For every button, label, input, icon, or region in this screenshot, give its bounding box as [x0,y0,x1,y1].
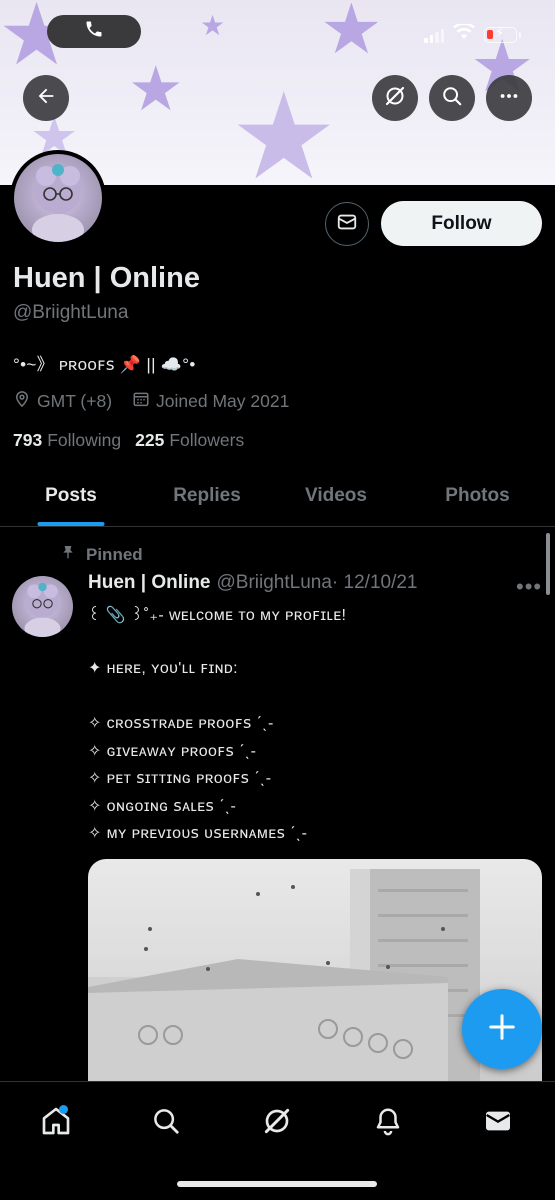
more-button[interactable] [486,75,532,121]
home-indicator[interactable] [177,1181,377,1187]
message-button[interactable] [325,202,369,246]
cellular-signal-icon [424,27,444,43]
wifi-icon [453,22,475,45]
pinned-label: Pinned [86,544,143,564]
tweet-date[interactable]: · 12/10/21 [332,572,418,594]
tweet-avatar[interactable] [12,576,73,637]
profile-bio: °•~》 ᴘʀᴏᴏꜰꜱ 📌 || ☁️°• [13,355,196,374]
nav-notifications[interactable] [363,1098,413,1148]
following-link[interactable]: 793 Following [13,430,121,451]
joined-text: Joined May 2021 [156,391,290,411]
profile-avatar[interactable] [10,150,106,246]
tweet-header: Huen | Online @BriightLuna · 12/10/21 [88,572,418,594]
plus-icon [487,1012,517,1047]
active-tab-indicator [37,522,105,526]
star-decoration: ★ [320,0,383,70]
tab-label: Videos [305,485,367,506]
star-decoration: ★ [200,9,226,42]
location-item: GMT (+8) [13,390,112,413]
mail-icon [482,1105,514,1142]
nav-grok[interactable] [252,1098,302,1148]
mail-icon [336,211,358,238]
pinned-indicator: Pinned [60,544,143,565]
compose-tweet-button[interactable] [462,989,542,1069]
followers-link[interactable]: 225 Followers [135,430,244,451]
location-text: GMT (+8) [37,391,113,411]
bell-icon [373,1106,403,1141]
tweet-text-line: ✧ ᴄʀᴏꜱꜱᴛʀᴀᴅᴇ ᴘʀᴏᴏꜰꜱ ˊˎ- [88,715,274,732]
tweet-text-line: ✧ ᴘᴇᴛ ꜱɪᴛᴛɪɴɢ ᴘʀᴏᴏꜰꜱ ˊˎ- [88,770,272,787]
avatar-image [14,154,102,242]
following-label: Following [47,430,122,450]
tweet-text-line: ✦ ʜᴇʀᴇ, ʏᴏᴜ'ʟʟ ꜰɪɴᴅ: [88,660,238,677]
tweet-text-line: ✧ ɢɪᴠᴇᴀᴡᴀʏ ᴘʀᴏᴏꜰꜱ ˊˎ- [88,743,257,760]
tweet-media-image[interactable] [88,859,542,1099]
tweet-text-line: ꒰ 📎 ꒱˚₊- ᴡᴇʟᴄᴏᴍᴇ ᴛᴏ ᴍʏ ᴘʀᴏꜰɪʟᴇ! [88,607,347,624]
more-horizontal-icon [498,85,520,112]
arrow-left-icon [35,85,57,112]
more-horizontal-icon: ••• [516,574,543,599]
notification-dot [59,1105,68,1114]
grok-icon [261,1105,293,1142]
tweet-author-name[interactable]: Huen | Online [88,572,211,594]
call-indicator[interactable] [47,15,141,48]
followers-count: 225 [135,430,165,450]
grok-icon [383,84,407,113]
follow-button[interactable]: Follow [381,201,542,246]
profile-meta: GMT (+8) Joined May 2021 [13,390,309,413]
joined-item: Joined May 2021 [132,390,289,413]
location-pin-icon [13,390,31,413]
tab-replies[interactable]: Replies [142,466,272,526]
tweet-author-handle[interactable]: @BriightLuna [217,572,332,594]
tab-posts[interactable]: Posts [0,466,142,526]
display-name: Huen | Online [13,262,200,294]
tab-photos[interactable]: Photos [400,466,555,526]
nav-home[interactable] [31,1098,81,1148]
tab-label: Photos [445,485,510,506]
status-icons: ⚡ [424,22,521,45]
followers-label: Followers [169,430,245,450]
search-button[interactable] [429,75,475,121]
grok-button[interactable] [372,75,418,121]
tab-videos[interactable]: Videos [272,466,400,526]
tweet-text-line: ✧ ᴍʏ ᴘʀᴇᴠɪᴏᴜꜱ ᴜꜱᴇʀɴᴀᴍᴇꜱ ˊˎ- [88,825,308,842]
tab-label: Replies [173,485,241,506]
nav-messages[interactable] [473,1098,523,1148]
search-icon [151,1106,181,1141]
pin-icon [60,544,76,565]
tab-label: Posts [45,485,97,506]
follow-counts: 793 Following 225 Followers [13,430,244,451]
calendar-icon [132,390,150,413]
following-count: 793 [13,430,43,450]
user-handle: @BriightLuna [13,302,129,323]
tweet-text-line: ✧ ᴏɴɢᴏɪɴɢ ꜱᴀʟᴇꜱ ˊˎ- [88,798,237,815]
star-decoration: ★ [128,52,184,125]
phone-icon [84,19,104,44]
star-decoration: ★ [230,68,338,186]
back-button[interactable] [23,75,69,121]
nav-search[interactable] [141,1098,191,1148]
tweet-more-button[interactable]: ••• [516,574,542,600]
battery-charging-low-icon: ⚡ [484,26,521,43]
search-icon [441,85,463,112]
scrollbar[interactable] [546,533,550,595]
profile-tabs: Posts Replies Videos Photos [0,466,555,527]
